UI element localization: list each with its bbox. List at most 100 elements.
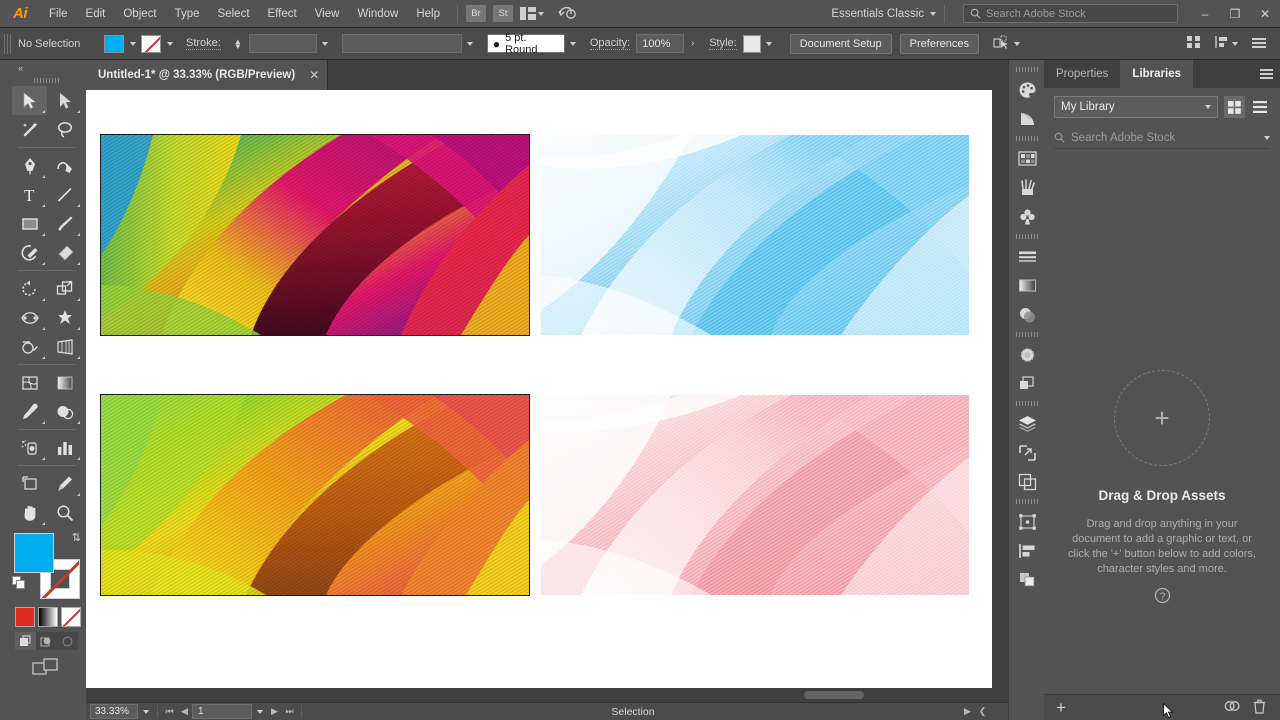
pen-tool[interactable] <box>12 151 47 180</box>
gradient-panel-icon[interactable] <box>1009 271 1045 300</box>
stroke-weight-chevron-down-icon[interactable] <box>317 35 334 53</box>
rotate-tool[interactable] <box>12 274 47 303</box>
mesh-tool[interactable] <box>12 368 47 397</box>
align-chevron-down-icon[interactable] <box>1232 42 1238 46</box>
artwork-warm-bottom-left[interactable] <box>101 395 529 595</box>
blend-more-icon[interactable] <box>77 421 80 424</box>
menu-window[interactable]: Window <box>348 0 407 28</box>
rotate-tool-more-icon[interactable] <box>42 298 45 301</box>
paintbrush-tool[interactable] <box>47 209 82 238</box>
preferences-button[interactable]: Preferences <box>900 34 979 54</box>
width-tool-more-icon[interactable] <box>42 327 45 330</box>
gradient-swatch-button[interactable] <box>38 607 58 627</box>
menu-help[interactable]: Help <box>407 0 449 28</box>
artwork-colorful-top-left[interactable] <box>101 135 529 335</box>
cc-sync-icon[interactable] <box>1224 699 1241 716</box>
align-panel-icon[interactable] <box>1009 536 1045 565</box>
artboard-tool[interactable] <box>12 469 47 498</box>
grid-view-button[interactable] <box>1224 96 1245 118</box>
artboard[interactable] <box>86 90 992 700</box>
dock-gripper-4[interactable] <box>1009 329 1044 340</box>
close-button[interactable]: ✕ <box>1250 0 1280 28</box>
shaper-tool[interactable] <box>12 238 47 267</box>
width-tool[interactable] <box>12 303 47 332</box>
select-similar-chevron-down-icon[interactable] <box>1014 42 1020 46</box>
color-guide-panel-icon[interactable] <box>1009 104 1045 133</box>
canvas-horizontal-scrollbar[interactable] <box>86 688 994 702</box>
menu-view[interactable]: View <box>306 0 349 28</box>
stroke-weight-input[interactable] <box>249 34 317 53</box>
maximize-button[interactable]: ❐ <box>1220 0 1250 28</box>
rectangle-tool-more-icon[interactable] <box>42 233 45 236</box>
document-tab[interactable]: Untitled-1* @ 33.33% (RGB/Preview) ✕ <box>86 60 328 90</box>
minimize-button[interactable]: – <box>1190 0 1220 28</box>
trash-icon[interactable] <box>1253 699 1266 717</box>
zoom-tool[interactable] <box>47 498 82 527</box>
selection-tool[interactable] <box>12 86 47 115</box>
style-label[interactable]: Style: <box>709 37 737 50</box>
default-fill-stroke-icon[interactable] <box>12 576 26 590</box>
library-search-chevron-down-icon[interactable] <box>1264 136 1270 140</box>
menu-object[interactable]: Object <box>114 0 165 28</box>
add-asset-button[interactable]: + <box>1056 699 1066 716</box>
arrange-documents-icon[interactable] <box>520 7 536 20</box>
help-icon[interactable]: ? <box>1044 587 1280 607</box>
dock-gripper-5[interactable] <box>1009 398 1044 409</box>
none-swatch-button[interactable] <box>61 607 81 627</box>
stroke-chevron-down-icon[interactable] <box>161 35 178 53</box>
asset-export-panel-icon[interactable] <box>1009 467 1045 496</box>
last-artboard-button[interactable]: ⏭ <box>282 704 297 719</box>
menu-select[interactable]: Select <box>209 0 259 28</box>
direct-selection-tool[interactable] <box>47 86 82 115</box>
sync-settings-icon[interactable] <box>558 4 576 24</box>
fill-color-swatch[interactable] <box>104 35 124 53</box>
paintbrush-tool-more-icon[interactable] <box>77 233 80 236</box>
transform-panel-icon[interactable] <box>1009 507 1045 536</box>
eyedropper-tool[interactable] <box>12 397 47 426</box>
tab-libraries[interactable]: Libraries <box>1120 60 1193 88</box>
artboards-panel-icon[interactable] <box>1009 438 1045 467</box>
draw-inside-button[interactable] <box>57 632 78 650</box>
style-chevron-down-icon[interactable] <box>761 35 778 53</box>
draw-behind-button[interactable] <box>36 632 57 650</box>
library-select[interactable]: My Library <box>1054 96 1218 118</box>
panel-menu-icon[interactable] <box>1260 69 1273 79</box>
selection-tool-more-icon[interactable] <box>42 110 45 113</box>
direct-selection-more-icon[interactable] <box>77 110 80 113</box>
list-view-button[interactable] <box>1249 96 1270 118</box>
dock-gripper-6[interactable] <box>1009 496 1044 507</box>
menu-type[interactable]: Type <box>166 0 209 28</box>
dock-gripper-3[interactable] <box>1009 231 1044 242</box>
graphic-style-swatch[interactable] <box>743 35 761 53</box>
tools-panel-gripper[interactable] <box>12 75 82 86</box>
arrange-chevron-down-icon[interactable] <box>538 12 544 16</box>
color-panel-icon[interactable] <box>1009 75 1045 104</box>
next-artboard-button[interactable]: ▶ <box>267 704 282 719</box>
pathfinder-panel-icon[interactable] <box>1009 565 1045 594</box>
menu-file[interactable]: File <box>40 0 77 28</box>
eraser-tool[interactable] <box>47 238 82 267</box>
distribute-shortcut-icon[interactable] <box>1214 35 1228 52</box>
stroke-weight-label[interactable]: Stroke: <box>186 37 221 50</box>
swatches-panel-icon[interactable] <box>1009 144 1045 173</box>
stroke-profile-input[interactable] <box>342 34 462 53</box>
canvas-area[interactable] <box>86 90 1008 702</box>
hand-tool[interactable] <box>12 498 47 527</box>
control-bar-gripper[interactable] <box>4 34 11 54</box>
curvature-tool[interactable] <box>47 151 82 180</box>
line-segment-tool[interactable] <box>47 180 82 209</box>
type-tool-more-icon[interactable] <box>42 204 45 207</box>
graph-tool-more-icon[interactable] <box>77 457 80 460</box>
layers-panel-icon[interactable] <box>1009 409 1045 438</box>
document-setup-button[interactable]: Document Setup <box>790 34 892 54</box>
graphic-styles-panel-icon[interactable] <box>1009 369 1045 398</box>
scale-tool-more-icon[interactable] <box>77 298 80 301</box>
hscroll-thumb[interactable] <box>804 691 864 699</box>
status-resize-icon[interactable]: ❮ <box>975 704 990 719</box>
line-tool-more-icon[interactable] <box>77 204 80 207</box>
magic-wand-tool[interactable] <box>12 115 47 144</box>
type-tool[interactable]: T <box>12 180 47 209</box>
blend-tool[interactable] <box>47 397 82 426</box>
eyedropper-more-icon[interactable] <box>42 421 45 424</box>
document-tab-close-icon[interactable]: ✕ <box>309 68 319 82</box>
